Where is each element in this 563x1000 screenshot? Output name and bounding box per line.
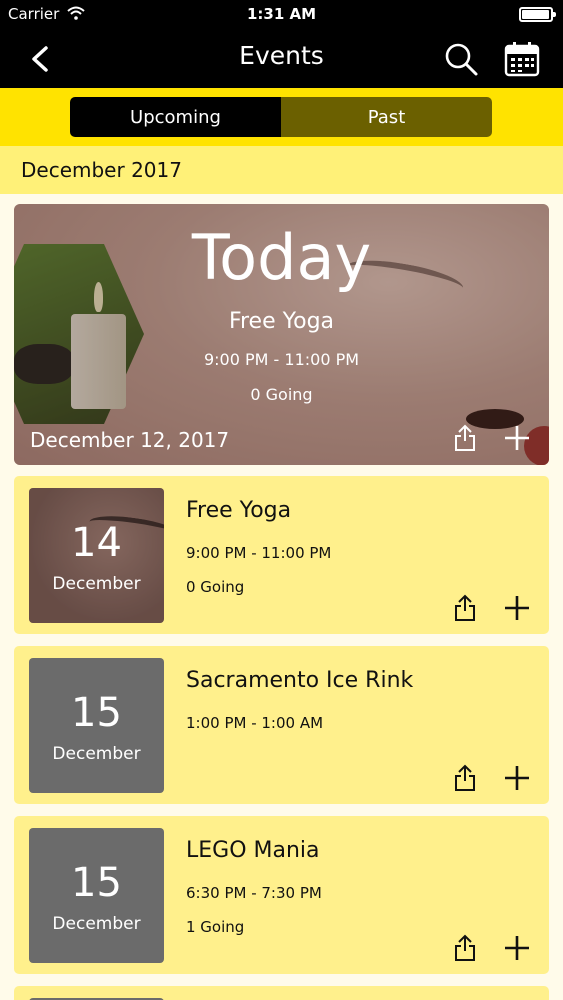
month-label: December 2017 — [21, 158, 182, 182]
list-item[interactable]: 14 December Free Yoga 9:00 PM - 11:00 PM… — [14, 476, 549, 634]
share-icon[interactable] — [453, 934, 477, 962]
event-month: December — [52, 574, 141, 594]
event-list: Today Free Yoga 9:00 PM - 11:00 PM 0 Goi… — [0, 194, 563, 1000]
event-name: Free Yoga — [228, 309, 335, 334]
event-date: December 12, 2017 — [30, 428, 230, 452]
event-name: LEGO Mania — [186, 838, 320, 863]
status-bar: Carrier 1:31 AM — [0, 0, 563, 30]
event-month: December — [52, 744, 141, 764]
nav-bar: Events — [0, 30, 563, 88]
month-header: December 2017 — [0, 146, 563, 194]
event-time: 9:00 PM - 11:00 PM — [186, 544, 332, 562]
plus-icon[interactable] — [504, 935, 530, 961]
segment-bar: Upcoming Past — [0, 88, 563, 146]
battery-icon — [519, 7, 556, 22]
segmented-control: Upcoming Past — [70, 97, 492, 137]
event-name: Sacramento Ice Rink — [186, 668, 414, 693]
share-icon[interactable] — [453, 594, 477, 622]
event-date-box: 15 December — [29, 828, 164, 963]
today-event-card[interactable]: Today Free Yoga 9:00 PM - 11:00 PM 0 Goi… — [14, 204, 549, 465]
list-item[interactable] — [14, 986, 549, 1000]
event-day: 15 — [71, 690, 122, 736]
share-icon[interactable] — [453, 764, 477, 792]
event-date-box: 14 December — [29, 488, 164, 623]
plus-icon[interactable] — [504, 425, 530, 451]
event-going-count: 1 Going — [186, 918, 245, 936]
tab-upcoming[interactable]: Upcoming — [70, 97, 281, 137]
event-day: 14 — [71, 520, 122, 566]
search-icon[interactable] — [441, 39, 481, 79]
event-going-count: 0 Going — [250, 385, 313, 404]
event-name: Free Yoga — [186, 498, 292, 523]
today-heading: Today — [191, 221, 372, 294]
clock: 1:31 AM — [246, 5, 317, 23]
tab-past[interactable]: Past — [281, 97, 492, 137]
list-item[interactable]: 15 December Sacramento Ice Rink 1:00 PM … — [14, 646, 549, 804]
event-day: 15 — [71, 860, 122, 906]
share-icon[interactable] — [453, 424, 477, 452]
event-month: December — [52, 914, 141, 934]
event-time: 9:00 PM - 11:00 PM — [203, 350, 360, 369]
plus-icon[interactable] — [504, 765, 530, 791]
event-time: 1:00 PM - 1:00 AM — [186, 714, 324, 732]
event-time: 6:30 PM - 7:30 PM — [186, 884, 322, 902]
list-item[interactable]: 15 December LEGO Mania 6:30 PM - 7:30 PM… — [14, 816, 549, 974]
event-going-count: 0 Going — [186, 578, 245, 596]
event-date-box: 15 December — [29, 658, 164, 793]
calendar-icon[interactable] — [503, 39, 541, 79]
plus-icon[interactable] — [504, 595, 530, 621]
